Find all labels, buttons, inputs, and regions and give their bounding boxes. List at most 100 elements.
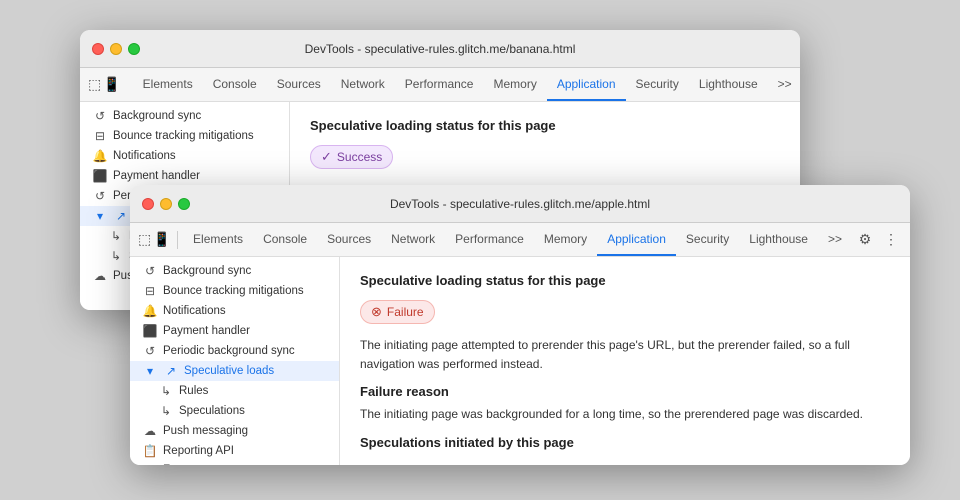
tab-sources-2[interactable]: Sources: [317, 223, 381, 256]
sidebar-label: Notifications: [113, 150, 176, 162]
speculations-icon: ↳: [108, 249, 124, 263]
sidebar-bounce-tracking-1[interactable]: ⊟ Bounce tracking mitigations: [80, 126, 289, 146]
tab-lighthouse-2[interactable]: Lighthouse: [739, 223, 818, 256]
minimize-button-2[interactable]: [160, 198, 172, 210]
tab-console-1[interactable]: Console: [203, 68, 267, 101]
main-content-2: ↺ Background sync ⊟ Bounce tracking miti…: [130, 257, 910, 465]
tab-memory-2[interactable]: Memory: [534, 223, 597, 256]
speculations-title: Speculations initiated by this page: [360, 435, 890, 450]
speculative-loads-arrow-icon: ↗: [113, 209, 129, 223]
sidebar-label: Bounce tracking mitigations: [163, 285, 304, 297]
status-badge-failure: ⊗ Failure: [360, 300, 435, 324]
speculative-loads-icon-2: ▾: [142, 364, 158, 378]
inspect-icon[interactable]: ⬚: [88, 74, 101, 96]
title-bar-1: DevTools - speculative-rules.glitch.me/b…: [80, 30, 800, 68]
tab-performance-2[interactable]: Performance: [445, 223, 534, 256]
status-badge-success: ✓ Success: [310, 145, 393, 169]
tab-network-2[interactable]: Network: [381, 223, 445, 256]
traffic-lights-1: [92, 43, 140, 55]
tab-security-1[interactable]: Security: [626, 68, 689, 101]
sidebar-label: Rules: [179, 385, 208, 397]
tab-application-1[interactable]: Application: [547, 68, 626, 101]
tab-bar-1: Elements Console Sources Network Perform…: [133, 68, 800, 101]
inspect-icon-2[interactable]: ⬚: [138, 229, 151, 251]
tab-console-2[interactable]: Console: [253, 223, 317, 256]
speculations-icon-2: ↳: [158, 404, 174, 418]
device-icon[interactable]: 📱: [103, 74, 120, 96]
minimize-button-1[interactable]: [110, 43, 122, 55]
background-sync-icon-2: ↺: [142, 264, 158, 278]
sidebar-label: Reporting API: [163, 445, 234, 457]
rules-icon-2: ↳: [158, 384, 174, 398]
tab-elements-2[interactable]: Elements: [183, 223, 253, 256]
device-icon-2[interactable]: 📱: [153, 229, 170, 251]
tab-more-1[interactable]: >>: [768, 68, 800, 101]
sidebar-label: Background sync: [163, 265, 251, 277]
sidebar-label: Notifications: [163, 305, 226, 317]
window-title-2: DevTools - speculative-rules.glitch.me/a…: [390, 197, 650, 211]
background-sync-icon: ↺: [92, 109, 108, 123]
sidebar-bounce-tracking-2[interactable]: ⊟ Bounce tracking mitigations: [130, 281, 339, 301]
sidebar-notifications-1[interactable]: 🔔 Notifications: [80, 146, 289, 166]
panel-description-2: The initiating page attempted to prerend…: [360, 336, 890, 374]
bounce-icon-2: ⊟: [142, 284, 158, 298]
tab-bar-2: Elements Console Sources Network Perform…: [183, 223, 852, 256]
notifications-icon: 🔔: [92, 149, 108, 163]
failure-reason-text: The initiating page was backgrounded for…: [360, 405, 890, 424]
tab-more-2[interactable]: >>: [818, 223, 852, 256]
notifications-icon-2: 🔔: [142, 304, 158, 318]
panel-title-2: Speculative loading status for this page: [360, 273, 890, 288]
toolbar-1: ⬚ 📱 Elements Console Sources Network Per…: [80, 68, 800, 102]
sidebar-frames-2[interactable]: Frames: [130, 461, 339, 465]
panel-2: Speculative loading status for this page…: [340, 257, 910, 465]
sidebar-label: Payment handler: [113, 170, 200, 182]
failure-reason-title: Failure reason: [360, 384, 890, 399]
toolbar-right-2: ⚙ ⋮: [854, 229, 902, 251]
sidebar-label: Speculative loads: [184, 365, 274, 377]
toolbar-2: ⬚ 📱 Elements Console Sources Network Per…: [130, 223, 910, 257]
more-icon-2[interactable]: ⋮: [880, 229, 902, 251]
maximize-button-1[interactable]: [128, 43, 140, 55]
traffic-lights-2: [142, 198, 190, 210]
status-label-2: Failure: [387, 305, 424, 319]
sidebar-notifications-2[interactable]: 🔔 Notifications: [130, 301, 339, 321]
close-button-2[interactable]: [142, 198, 154, 210]
sidebar-2: ↺ Background sync ⊟ Bounce tracking miti…: [130, 257, 340, 465]
sidebar-payment-1[interactable]: ⬛ Payment handler: [80, 166, 289, 186]
tab-sources-1[interactable]: Sources: [267, 68, 331, 101]
sidebar-speculations-2[interactable]: ↳ Speculations: [130, 401, 339, 421]
payment-icon: ⬛: [92, 169, 108, 183]
sidebar-label: Speculations: [179, 405, 245, 417]
settings-icon-2[interactable]: ⚙: [854, 229, 876, 251]
failure-icon: ⊗: [371, 304, 382, 320]
reporting-api-icon: 📋: [142, 444, 158, 458]
push-messaging-icon-2: ☁: [142, 424, 158, 438]
tab-elements-1[interactable]: Elements: [133, 68, 203, 101]
sidebar-background-sync-1[interactable]: ↺ Background sync: [80, 106, 289, 126]
sidebar-speculative-loads-2[interactable]: ▾ ↗ Speculative loads: [130, 361, 339, 381]
sidebar-background-sync-2[interactable]: ↺ Background sync: [130, 261, 339, 281]
close-button-1[interactable]: [92, 43, 104, 55]
payment-icon-2: ⬛: [142, 324, 158, 338]
tab-network-1[interactable]: Network: [331, 68, 395, 101]
rules-icon: ↳: [108, 229, 124, 243]
tab-application-2[interactable]: Application: [597, 223, 676, 256]
bounce-icon: ⊟: [92, 129, 108, 143]
tab-security-2[interactable]: Security: [676, 223, 739, 256]
sidebar-label: Background sync: [113, 110, 201, 122]
sidebar-label: Periodic background sync: [163, 345, 295, 357]
tab-memory-1[interactable]: Memory: [483, 68, 546, 101]
sidebar-payment-2[interactable]: ⬛ Payment handler: [130, 321, 339, 341]
tab-performance-1[interactable]: Performance: [395, 68, 484, 101]
sidebar-reporting-api-2[interactable]: 📋 Reporting API: [130, 441, 339, 461]
window-title-1: DevTools - speculative-rules.glitch.me/b…: [305, 42, 576, 56]
sidebar-label: Push messaging: [163, 425, 248, 437]
maximize-button-2[interactable]: [178, 198, 190, 210]
sidebar-periodic-sync-2[interactable]: ↺ Periodic background sync: [130, 341, 339, 361]
tab-lighthouse-1[interactable]: Lighthouse: [689, 68, 768, 101]
success-icon: ✓: [321, 149, 332, 165]
devtools-window-2: DevTools - speculative-rules.glitch.me/a…: [130, 185, 910, 465]
sidebar-rules-2[interactable]: ↳ Rules: [130, 381, 339, 401]
sidebar-push-messaging-2[interactable]: ☁ Push messaging: [130, 421, 339, 441]
sidebar-label: Bounce tracking mitigations: [113, 130, 254, 142]
